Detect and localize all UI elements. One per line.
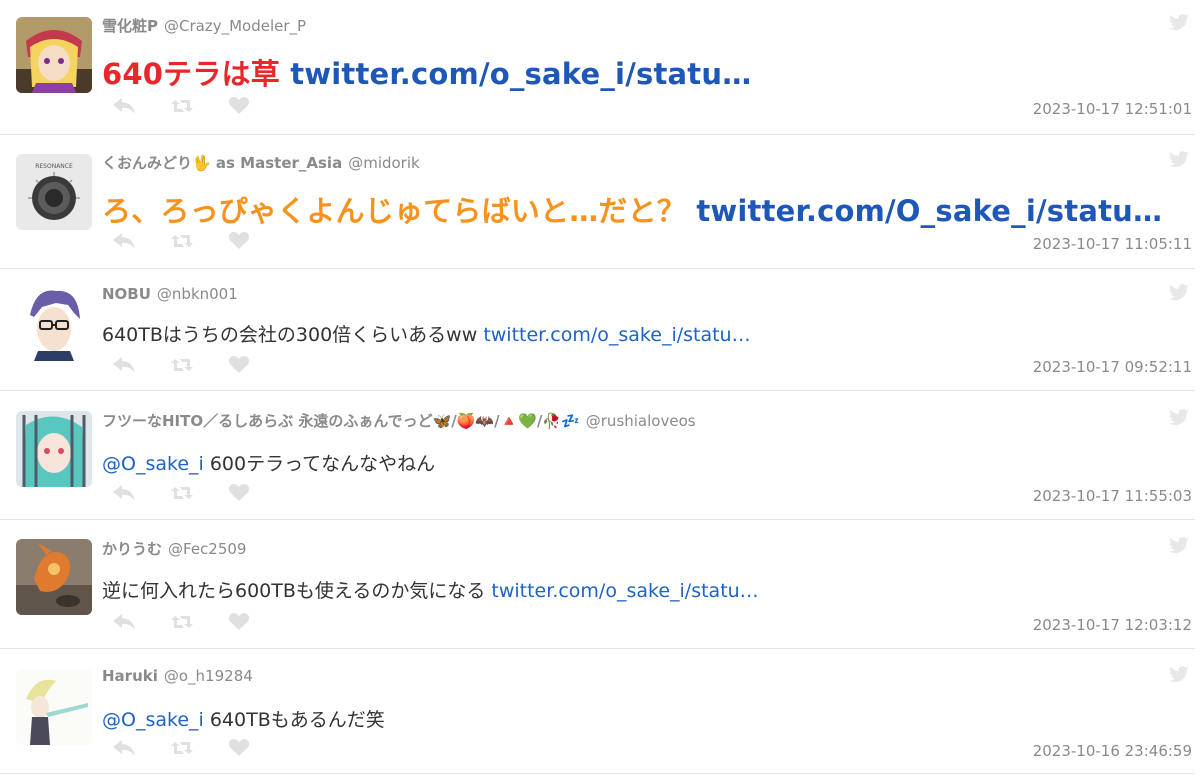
tweet-text: 640テラは草 twitter.com/o_sake_i/statu… xyxy=(102,51,751,93)
avatar[interactable] xyxy=(16,17,92,93)
twitter-bird-icon[interactable] xyxy=(1168,409,1190,427)
handle[interactable]: @o_h19284 xyxy=(164,667,253,685)
heart-icon[interactable] xyxy=(228,231,250,250)
handle[interactable]: @nbkn001 xyxy=(157,285,238,303)
tweet-header: Haruki @o_h19284 xyxy=(102,667,253,685)
twitter-bird-icon[interactable] xyxy=(1168,537,1190,555)
heart-icon[interactable] xyxy=(228,612,250,631)
reply-icon[interactable] xyxy=(112,613,136,631)
tweet-text-content: 600テラってなんなやねん xyxy=(209,453,436,475)
heart-icon[interactable] xyxy=(228,355,250,374)
avatar-label: RESONANCE xyxy=(35,163,73,170)
tweet-header: NOBU @nbkn001 xyxy=(102,285,238,303)
display-name[interactable]: 雪化粧P xyxy=(102,17,158,35)
reply-icon[interactable] xyxy=(112,97,136,115)
tweet-text: @O_sake_i 640TBもあるんだ笑 xyxy=(102,705,385,732)
mention-link[interactable]: @O_sake_i xyxy=(102,709,204,731)
tweet-item: NOBU @nbkn001 640TBはうちの会社の300倍くらいあるww twi… xyxy=(0,269,1195,391)
twitter-bird-icon[interactable] xyxy=(1168,284,1190,302)
mention-link[interactable]: @O_sake_i xyxy=(102,453,204,475)
handle[interactable]: @midorik xyxy=(348,154,420,172)
twitter-bird-icon[interactable] xyxy=(1168,666,1190,684)
handle[interactable]: @Fec2509 xyxy=(168,540,246,558)
reply-icon[interactable] xyxy=(112,739,136,757)
heart-icon[interactable] xyxy=(228,96,250,115)
tweet-item: かりうむ @Fec2509 逆に何入れたら600TBも使えるのか気になる twit… xyxy=(0,520,1195,649)
tweet-actions xyxy=(112,612,250,631)
tweet-item: 雪化粧P @Crazy_Modeler_P 640テラは草 twitter.com… xyxy=(0,0,1195,135)
tweet-actions xyxy=(112,355,250,374)
display-name[interactable]: フツーなHITO／るしあらぶ 永遠のふぁんでっど🦋/🍑🦇/🔺💚/🥀💤 xyxy=(102,412,580,430)
avatar[interactable] xyxy=(16,539,92,615)
tweet-text: @O_sake_i 600テラってなんなやねん xyxy=(102,449,435,476)
tweet-item: Haruki @o_h19284 @O_sake_i 640TBもあるんだ笑 20… xyxy=(0,649,1195,774)
tweet-actions xyxy=(112,231,250,250)
retweet-icon[interactable] xyxy=(170,484,194,502)
tweet-text-content: ろ、ろっぴゃくよんじゅてらばいと…だと？ xyxy=(102,194,687,228)
display-name[interactable]: くおんみどり🖖 as Master_Asia xyxy=(102,154,342,172)
reply-icon[interactable] xyxy=(112,232,136,250)
tweet-text-content: 640TBはうちの会社の300倍くらいあるww xyxy=(102,324,478,346)
tweet-header: 雪化粧P @Crazy_Modeler_P xyxy=(102,15,306,36)
retweet-icon[interactable] xyxy=(170,97,194,115)
timestamp[interactable]: 2023-10-17 11:05:11 xyxy=(1033,235,1192,253)
timestamp[interactable]: 2023-10-17 11:55:03 xyxy=(1033,487,1192,505)
twitter-bird-icon[interactable] xyxy=(1168,151,1190,169)
tweet-link[interactable]: twitter.com/o_sake_i/statu… xyxy=(491,580,758,602)
reply-icon[interactable] xyxy=(112,356,136,374)
tweet-text-content: 逆に何入れたら600TBも使えるのか気になる xyxy=(102,580,486,602)
retweet-icon[interactable] xyxy=(170,613,194,631)
retweet-icon[interactable] xyxy=(170,356,194,374)
twitter-bird-icon[interactable] xyxy=(1168,14,1190,32)
tweet-text: ろ、ろっぴゃくよんじゅてらばいと…だと？ twitter.com/O_sake_… xyxy=(102,188,1162,230)
tweet-link[interactable]: twitter.com/o_sake_i/statu… xyxy=(483,324,750,346)
tweet-link[interactable]: twitter.com/O_sake_i/statu… xyxy=(696,194,1162,228)
handle[interactable]: @Crazy_Modeler_P xyxy=(164,17,306,35)
tweet-header: くおんみどり🖖 as Master_Asia @midorik xyxy=(102,152,420,173)
timestamp[interactable]: 2023-10-17 09:52:11 xyxy=(1033,358,1192,376)
timestamp[interactable]: 2023-10-16 23:46:59 xyxy=(1033,742,1192,760)
avatar[interactable] xyxy=(16,411,92,487)
timestamp[interactable]: 2023-10-17 12:51:01 xyxy=(1033,100,1192,118)
tweet-actions xyxy=(112,738,250,757)
handle[interactable]: @rushialoveos xyxy=(586,412,696,430)
tweet-text: 逆に何入れたら600TBも使えるのか気になる twitter.com/o_sak… xyxy=(102,576,759,603)
tweet-actions xyxy=(112,96,250,115)
retweet-icon[interactable] xyxy=(170,232,194,250)
tweet-header: かりうむ @Fec2509 xyxy=(102,538,246,559)
tweet-item: RESONANCE くおんみどり🖖 as Master_Asia @midorik… xyxy=(0,135,1195,269)
display-name[interactable]: Haruki xyxy=(102,667,158,685)
tweet-link[interactable]: twitter.com/o_sake_i/statu… xyxy=(290,57,751,91)
avatar[interactable] xyxy=(16,285,92,361)
heart-icon[interactable] xyxy=(228,738,250,757)
tweet-item: フツーなHITO／るしあらぶ 永遠のふぁんでっど🦋/🍑🦇/🔺💚/🥀💤 @rushi… xyxy=(0,391,1195,520)
timestamp[interactable]: 2023-10-17 12:03:12 xyxy=(1033,616,1192,634)
tweet-text: 640TBはうちの会社の300倍くらいあるww twitter.com/o_sa… xyxy=(102,320,751,347)
tweet-text-content: 640テラは草 xyxy=(102,57,280,91)
avatar[interactable]: RESONANCE xyxy=(16,154,92,230)
reply-icon[interactable] xyxy=(112,484,136,502)
heart-icon[interactable] xyxy=(228,483,250,502)
display-name[interactable]: NOBU xyxy=(102,285,151,303)
tweet-actions xyxy=(112,483,250,502)
retweet-icon[interactable] xyxy=(170,739,194,757)
tweet-header: フツーなHITO／るしあらぶ 永遠のふぁんでっど🦋/🍑🦇/🔺💚/🥀💤 @rushi… xyxy=(102,410,696,431)
display-name[interactable]: かりうむ xyxy=(102,540,162,558)
avatar[interactable] xyxy=(16,669,92,745)
tweet-text-content: 640TBもあるんだ笑 xyxy=(209,709,385,731)
